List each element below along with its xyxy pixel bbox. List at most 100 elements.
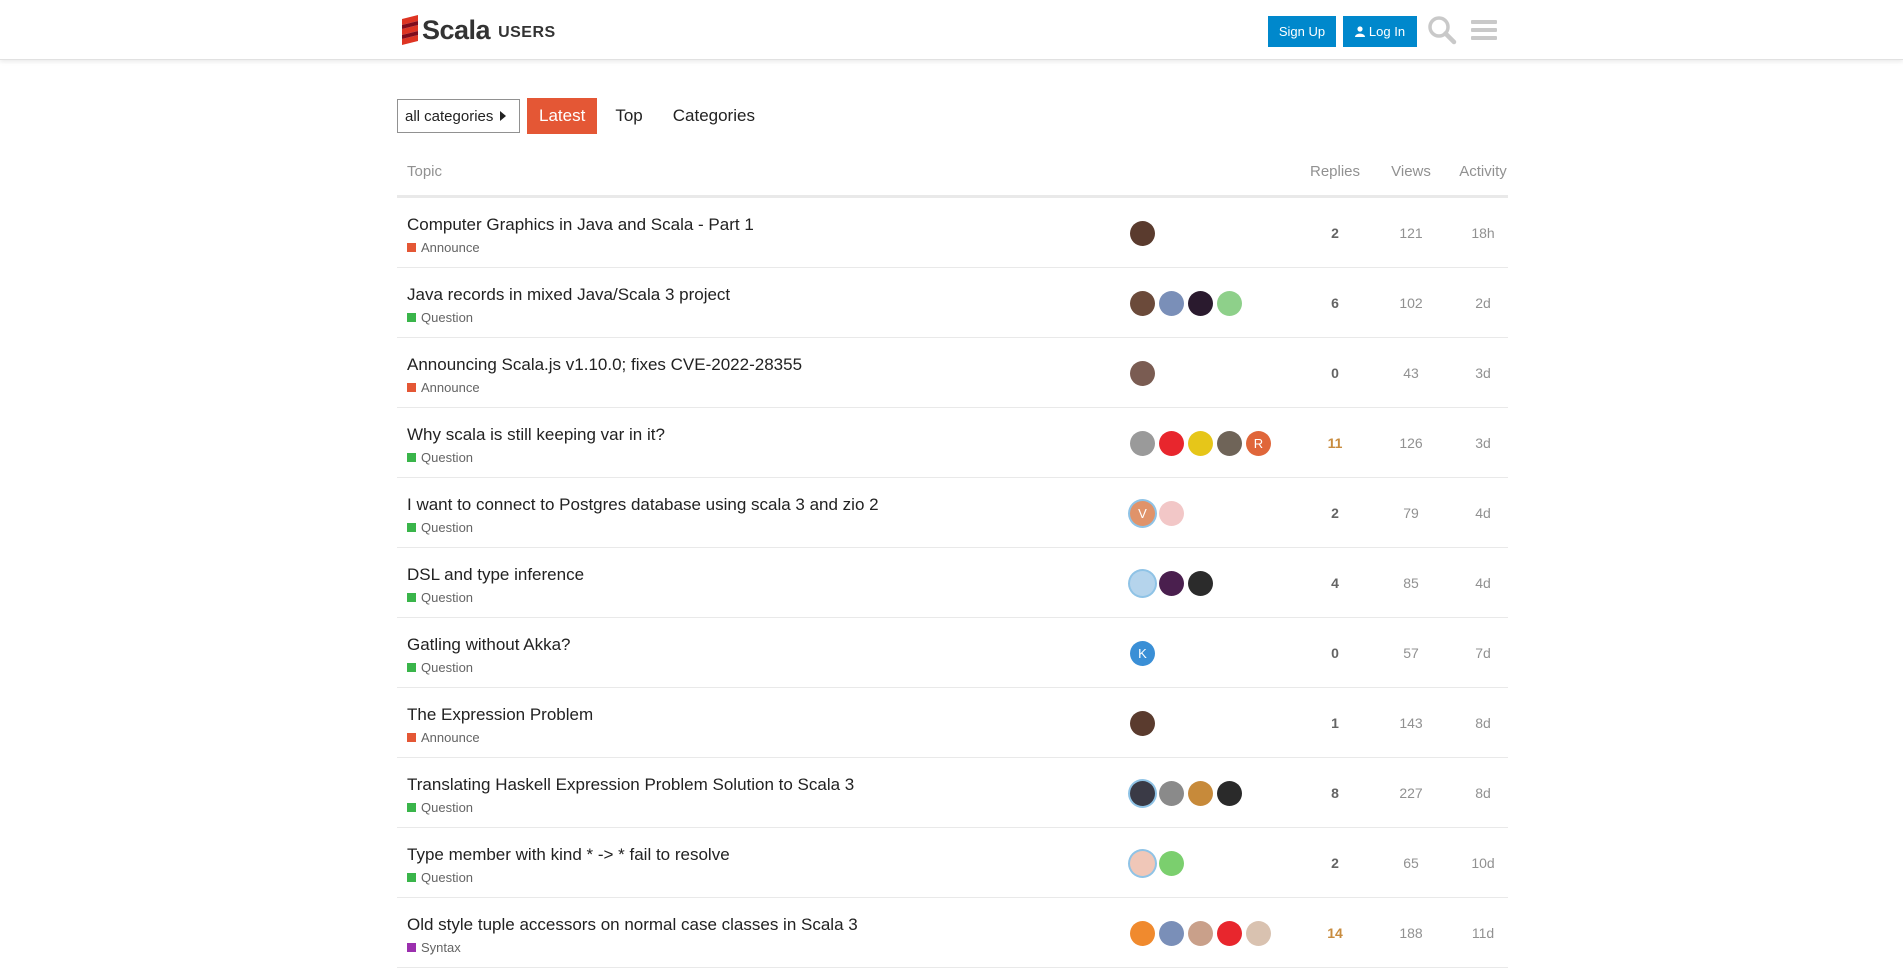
replies-count: 2 [1331, 505, 1339, 521]
activity-time[interactable]: 4d [1447, 575, 1519, 591]
activity-time[interactable]: 4d [1447, 505, 1519, 521]
search-icon[interactable] [1426, 14, 1458, 46]
topic-title[interactable]: Computer Graphics in Java and Scala - Pa… [407, 215, 754, 235]
avatar[interactable]: R [1246, 431, 1271, 456]
avatar[interactable] [1217, 921, 1242, 946]
avatar[interactable] [1130, 711, 1155, 736]
topic-title[interactable]: The Expression Problem [407, 705, 593, 725]
topic-title[interactable]: Type member with kind * -> * fail to res… [407, 845, 730, 865]
avatar[interactable] [1159, 781, 1184, 806]
table-row[interactable]: Java records in mixed Java/Scala 3 proje… [397, 268, 1508, 338]
category-label: Question [421, 660, 474, 675]
avatar[interactable] [1188, 921, 1213, 946]
avatar[interactable] [1130, 781, 1155, 806]
activity-time[interactable]: 10d [1447, 855, 1519, 871]
replies-count: 6 [1331, 295, 1339, 311]
table-row[interactable]: The Expression Problem Announce 1 143 8d [397, 688, 1508, 758]
category-badge[interactable]: Question [407, 660, 473, 675]
header-activity[interactable]: Activity [1447, 163, 1519, 180]
category-label: Announce [421, 380, 480, 395]
activity-time[interactable]: 8d [1447, 785, 1519, 801]
category-badge[interactable]: Question [407, 800, 473, 815]
avatar[interactable] [1188, 781, 1213, 806]
site-header: Scala USERS Sign Up Log In [0, 0, 1903, 60]
activity-time[interactable]: 2d [1447, 295, 1519, 311]
avatar[interactable] [1159, 501, 1184, 526]
topic-title[interactable]: Old style tuple accessors on normal case… [407, 915, 858, 935]
category-badge[interactable]: Announce [407, 380, 480, 395]
table-row[interactable]: Gatling without Akka? Question K 0 57 7d [397, 618, 1508, 688]
topic-title[interactable]: I want to connect to Postgres database u… [407, 495, 879, 515]
caret-right-icon [500, 111, 506, 121]
category-badge[interactable]: Question [407, 450, 473, 465]
avatar[interactable] [1130, 851, 1155, 876]
views-count: 43 [1403, 365, 1419, 381]
avatar[interactable] [1188, 431, 1213, 456]
category-badge[interactable]: Question [407, 310, 473, 325]
category-badge[interactable]: Question [407, 520, 473, 535]
avatar[interactable] [1159, 921, 1184, 946]
header-topic[interactable]: Topic [407, 163, 442, 180]
topic-title[interactable]: Translating Haskell Expression Problem S… [407, 775, 854, 795]
category-badge[interactable]: Announce [407, 730, 480, 745]
table-row[interactable]: Old style tuple accessors on normal case… [397, 898, 1508, 968]
poster-avatars: K [1130, 641, 1159, 666]
avatar[interactable] [1159, 431, 1184, 456]
topic-nav: all categories Latest Top Categories [397, 98, 767, 134]
avatar[interactable] [1159, 571, 1184, 596]
avatar[interactable] [1217, 431, 1242, 456]
tab-categories[interactable]: Categories [661, 98, 767, 134]
avatar[interactable] [1130, 361, 1155, 386]
signup-button[interactable]: Sign Up [1268, 16, 1336, 47]
table-row[interactable]: Type member with kind * -> * fail to res… [397, 828, 1508, 898]
avatar[interactable] [1159, 291, 1184, 316]
activity-time[interactable]: 7d [1447, 645, 1519, 661]
avatar[interactable]: K [1130, 641, 1155, 666]
header-views[interactable]: Views [1375, 163, 1447, 180]
topic-title[interactable]: Why scala is still keeping var in it? [407, 425, 665, 445]
topic-title[interactable]: DSL and type inference [407, 565, 584, 585]
table-row[interactable]: Announcing Scala.js v1.10.0; fixes CVE-2… [397, 338, 1508, 408]
avatar[interactable]: V [1130, 501, 1155, 526]
replies-count: 2 [1331, 225, 1339, 241]
category-dropdown[interactable]: all categories [397, 99, 520, 133]
activity-time[interactable]: 11d [1447, 925, 1519, 941]
hamburger-menu-icon[interactable] [1468, 14, 1500, 46]
header-replies[interactable]: Replies [1295, 163, 1375, 180]
avatar[interactable] [1188, 571, 1213, 596]
category-badge[interactable]: Syntax [407, 940, 461, 955]
avatar[interactable] [1217, 291, 1242, 316]
avatar[interactable] [1159, 851, 1184, 876]
activity-time[interactable]: 18h [1447, 225, 1519, 241]
category-badge[interactable]: Question [407, 590, 473, 605]
avatar[interactable] [1130, 221, 1155, 246]
poster-avatars [1130, 781, 1246, 806]
topic-title[interactable]: Gatling without Akka? [407, 635, 570, 655]
category-badge[interactable]: Announce [407, 240, 480, 255]
avatar[interactable] [1130, 921, 1155, 946]
topic-title[interactable]: Announcing Scala.js v1.10.0; fixes CVE-2… [407, 355, 802, 375]
activity-time[interactable]: 3d [1447, 435, 1519, 451]
topic-title[interactable]: Java records in mixed Java/Scala 3 proje… [407, 285, 730, 305]
avatar[interactable] [1188, 291, 1213, 316]
login-button[interactable]: Log In [1343, 16, 1417, 47]
table-row[interactable]: Computer Graphics in Java and Scala - Pa… [397, 198, 1508, 268]
topic-list-header: Topic Replies Views Activity [397, 150, 1508, 198]
avatar[interactable] [1130, 291, 1155, 316]
avatar[interactable] [1130, 431, 1155, 456]
table-row[interactable]: I want to connect to Postgres database u… [397, 478, 1508, 548]
site-logo[interactable]: Scala USERS [401, 13, 556, 47]
table-row[interactable]: Translating Haskell Expression Problem S… [397, 758, 1508, 828]
category-badge[interactable]: Question [407, 870, 473, 885]
activity-time[interactable]: 8d [1447, 715, 1519, 731]
avatar[interactable] [1130, 571, 1155, 596]
table-row[interactable]: DSL and type inference Question 4 85 4d [397, 548, 1508, 618]
tab-latest[interactable]: Latest [527, 98, 598, 134]
activity-time[interactable]: 3d [1447, 365, 1519, 381]
avatar[interactable] [1246, 921, 1271, 946]
tab-top[interactable]: Top [603, 98, 654, 134]
table-row[interactable]: Why scala is still keeping var in it? Que… [397, 408, 1508, 478]
views-count: 121 [1399, 225, 1423, 241]
category-color-square [407, 873, 416, 882]
avatar[interactable] [1217, 781, 1242, 806]
